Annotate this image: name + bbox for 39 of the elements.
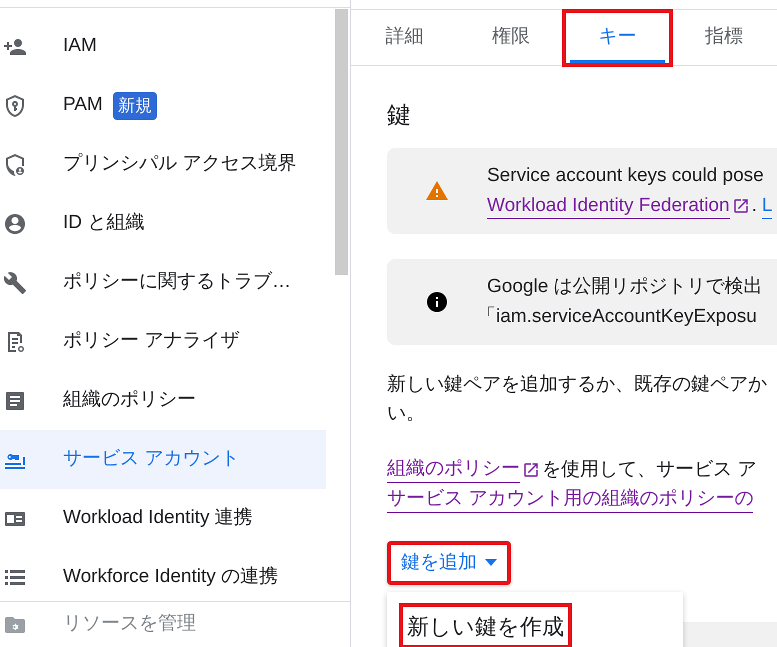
description-text: い。 (387, 402, 425, 426)
shield-person-icon (3, 152, 27, 176)
policy-setup-link[interactable]: サービス アカウント用の組織のポリシーの (387, 485, 754, 513)
banner-text: Service account keys could pose (487, 164, 764, 188)
org-policy-link[interactable]: 組織のポリシー (387, 456, 520, 483)
banner-text: Google は公開リポジトリで検出 (487, 275, 763, 299)
sidebar-item[interactable]: IAM (0, 17, 326, 76)
scrollbar[interactable] (335, 9, 348, 275)
section-heading: 鍵 (387, 102, 411, 131)
sidebar-item[interactable]: ID と組織 (0, 194, 326, 253)
sidebar-item[interactable]: 組織のポリシー (0, 371, 326, 430)
sidebar-item[interactable]: PAM 新規 (0, 76, 326, 135)
policy-text: を使用して、サービス ア (542, 458, 756, 482)
sidebar-item[interactable]: サービス アカウント (0, 430, 326, 489)
account-icon (3, 212, 27, 236)
menu-item[interactable]: 新しい鍵を作成 (401, 605, 570, 647)
tab[interactable]: 指標 (670, 10, 777, 64)
sidebar-item[interactable]: プリンシパル アクセス境界 (0, 135, 326, 194)
caret-icon (485, 559, 497, 567)
sidebar-item[interactable]: ポリシー アナライザ (0, 312, 326, 371)
add-key-button[interactable]: 鍵を追加 (387, 541, 511, 585)
tab[interactable]: キー (564, 10, 670, 64)
learn-link[interactable]: L (762, 194, 772, 218)
description-text: 新しい鍵ペアを追加するか、既存の鍵ペアか (387, 373, 767, 397)
sidebar-item[interactable]: Workload Identity 連携 (0, 489, 326, 548)
tab[interactable]: 権限 (458, 10, 564, 64)
external-link-icon (522, 460, 540, 478)
new-badge: 新規 (112, 92, 157, 120)
shield-key-icon (3, 94, 27, 118)
sidebar-item[interactable]: ポリシーに関するトラブ… (0, 253, 326, 312)
banner-text: 「iam.serviceAccountKeyExposu (477, 305, 757, 329)
warning-icon (425, 179, 449, 203)
wrench-icon (3, 270, 27, 294)
external-link-icon (732, 197, 750, 215)
sidebar-item[interactable]: Workforce Identity の連携 (0, 548, 326, 601)
tab[interactable]: 詳細 (351, 10, 458, 64)
federation-link[interactable]: Workload Identity Federation (487, 194, 730, 218)
info-icon (425, 290, 449, 314)
period-text: . (752, 194, 757, 218)
